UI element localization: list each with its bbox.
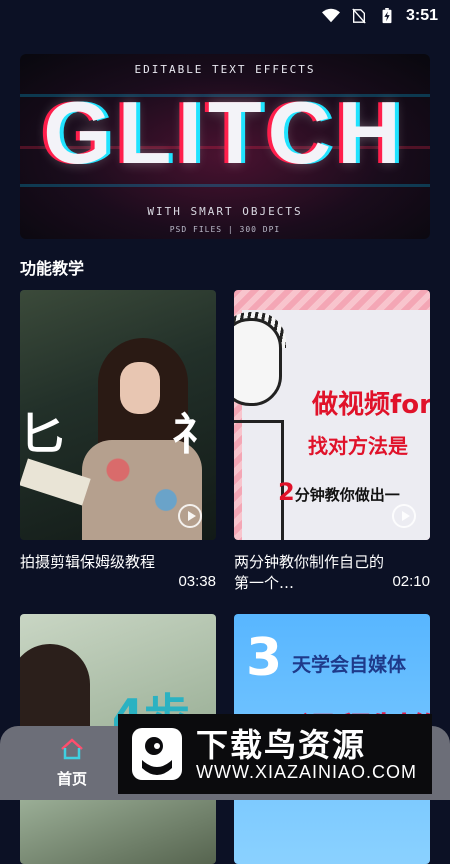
play-icon[interactable] (392, 504, 416, 528)
section-title: 功能教学 (20, 259, 85, 278)
banner-headline: GLITCH (43, 83, 407, 182)
home-icon (61, 738, 83, 760)
promo-banner[interactable]: EDITABLE TEXT EFFECTS GLITCH WITH SMART … (20, 54, 430, 239)
no-sim-icon (352, 8, 366, 24)
video-card[interactable]: 匕 礻 拍摄剪辑保姆级教程 03:38 (20, 290, 216, 590)
status-bar: 3:51 (0, 0, 450, 32)
video-card[interactable]: 做视频for 找对方法是 2分钟教你做出一 两分钟教你制作自己的第一个… 02:… (234, 290, 430, 592)
nav-home[interactable]: 首页 (40, 738, 104, 789)
thumbnail-text: 匕 (20, 409, 64, 460)
thumbnail-number: 2 (278, 478, 295, 506)
watermark-overlay: 下载鸟资源 WWW.XIAZAINIAO.COM (118, 714, 432, 794)
video-duration: 02:10 (392, 573, 430, 590)
banner-small-text: PSD FILES | 300 DPI (169, 225, 281, 234)
banner-subtitle: WITH SMART OBJECTS (147, 205, 303, 218)
thumbnail-text: 礻 (172, 409, 216, 460)
thumbnail-text: 2分钟教你做出一 (278, 478, 400, 506)
wifi-icon (321, 8, 340, 23)
thumbnail-text: 分钟教你做出一 (294, 486, 400, 504)
bird-logo-icon (132, 728, 182, 780)
video-thumbnail[interactable]: 做视频for 找对方法是 2分钟教你做出一 (234, 290, 430, 540)
video-title[interactable]: 两分钟教你制作自己的第一个… (234, 552, 384, 594)
thumbnail-text: 天学会自媒体 (292, 654, 407, 676)
thumbnail-text: 做视频for (312, 390, 430, 420)
video-title[interactable]: 拍摄剪辑保姆级教程 (20, 552, 170, 573)
video-duration: 03:38 (178, 573, 216, 590)
status-time: 3:51 (405, 7, 438, 24)
video-thumbnail[interactable]: 匕 礻 (20, 290, 216, 540)
banner-top-text: EDITABLE TEXT EFFECTS (134, 63, 316, 76)
play-icon[interactable] (178, 504, 202, 528)
watermark-url: WWW.XIAZAINIAO.COM (196, 762, 417, 782)
battery-charging-icon (382, 8, 392, 24)
thumbnail-text: 找对方法是 (308, 434, 408, 458)
nav-home-label: 首页 (56, 770, 87, 788)
thumbnail-number: 3 (246, 628, 283, 688)
watermark-title: 下载鸟资源 (196, 726, 367, 764)
